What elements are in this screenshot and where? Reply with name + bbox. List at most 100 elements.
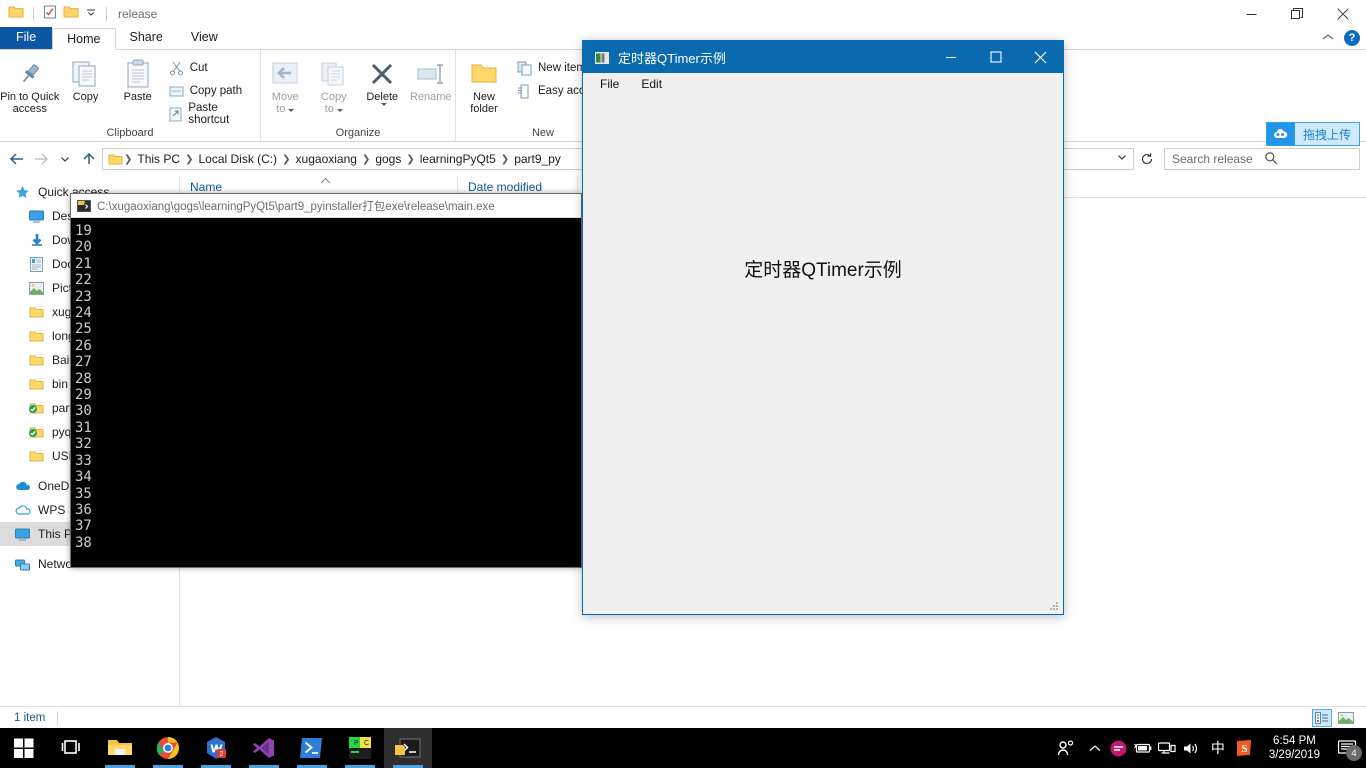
volume-icon[interactable] bbox=[1179, 728, 1203, 768]
qt-maximize-button[interactable] bbox=[973, 41, 1018, 73]
qt-title-bar[interactable]: 定时器QTimer示例 bbox=[583, 41, 1063, 73]
breadcrumb-item-local-disk[interactable]: Local Disk (C:) bbox=[194, 152, 281, 166]
copy-path-icon bbox=[168, 83, 185, 100]
taskbar-console[interactable] bbox=[384, 728, 432, 768]
desktop-icon bbox=[28, 208, 45, 225]
qt-menu-file[interactable]: File bbox=[591, 75, 628, 93]
properties-icon[interactable] bbox=[43, 5, 57, 24]
breadcrumb-separator[interactable]: ❯ bbox=[405, 154, 415, 165]
help-button[interactable]: ? bbox=[1344, 30, 1360, 46]
new-folder-label-2: folder bbox=[470, 103, 498, 115]
copy-path-button[interactable]: Copy path bbox=[164, 81, 260, 101]
taskbar-file-explorer[interactable] bbox=[96, 728, 144, 768]
breadcrumb-item-part9[interactable]: part9_py bbox=[510, 152, 565, 166]
up-button[interactable] bbox=[78, 148, 100, 170]
tab-view[interactable]: View bbox=[177, 27, 232, 49]
qt-menu-edit[interactable]: Edit bbox=[632, 75, 671, 93]
console-line: 23 bbox=[75, 289, 581, 305]
move-to-label-2: to bbox=[276, 103, 294, 115]
paste-shortcut-icon bbox=[168, 106, 184, 123]
folder-icon bbox=[28, 376, 45, 393]
paste-shortcut-label: Paste shortcut bbox=[188, 102, 256, 126]
search-icon[interactable] bbox=[1264, 151, 1356, 168]
restore-button[interactable] bbox=[1274, 0, 1320, 28]
copy-to-icon bbox=[319, 57, 349, 91]
breadcrumb-separator[interactable]: ❯ bbox=[361, 154, 371, 165]
console-line: 37 bbox=[75, 518, 581, 534]
drag-upload-widget[interactable]: 拖拽上传 bbox=[1266, 122, 1360, 146]
tab-home[interactable]: Home bbox=[52, 28, 115, 50]
qt-application-window[interactable]: 定时器QTimer示例 File Edit 定时器QTimer示例 bbox=[582, 40, 1064, 615]
ime-icon[interactable]: 中 bbox=[1203, 728, 1233, 768]
taskbar-vscode[interactable] bbox=[240, 728, 288, 768]
refresh-button[interactable] bbox=[1136, 148, 1158, 170]
close-button[interactable] bbox=[1320, 0, 1366, 28]
cut-button[interactable]: Cut bbox=[164, 58, 260, 78]
chevron-down-icon[interactable] bbox=[85, 5, 97, 23]
qt-minimize-button[interactable] bbox=[928, 41, 973, 73]
details-view-button[interactable] bbox=[1312, 709, 1332, 727]
start-button[interactable] bbox=[0, 728, 48, 768]
large-icons-view-button[interactable] bbox=[1336, 709, 1356, 727]
sort-ascending-icon bbox=[320, 176, 331, 186]
new-folder-label-1: New bbox=[473, 91, 495, 103]
ribbon-right-controls: ? bbox=[1322, 29, 1360, 47]
forward-button[interactable] bbox=[30, 148, 52, 170]
view-toggle-group bbox=[1312, 709, 1366, 727]
folder-icon[interactable] bbox=[8, 5, 24, 24]
qt-size-grip[interactable] bbox=[1048, 599, 1060, 611]
app-tray-icon[interactable] bbox=[1107, 728, 1131, 768]
taskbar-chrome[interactable] bbox=[144, 728, 192, 768]
search-input[interactable]: Search release bbox=[1164, 148, 1360, 170]
delete-caret-icon[interactable] bbox=[381, 103, 387, 106]
console-line: 27 bbox=[75, 354, 581, 370]
breadcrumb-item-this-pc[interactable]: This PC bbox=[133, 152, 184, 166]
breadcrumb-separator[interactable]: ❯ bbox=[500, 154, 510, 165]
svg-text:S: S bbox=[1241, 743, 1247, 755]
show-hidden-icons-icon[interactable] bbox=[1083, 728, 1107, 768]
new-folder-icon[interactable] bbox=[63, 5, 79, 24]
qt-center-label: 定时器QTimer示例 bbox=[744, 255, 902, 282]
snipaste-icon[interactable]: S bbox=[1233, 728, 1257, 768]
taskbar-powershell[interactable] bbox=[288, 728, 336, 768]
breadcrumb-item-xugaoxiang[interactable]: xugaoxiang bbox=[292, 152, 361, 166]
clock-time: 6:54 PM bbox=[1269, 734, 1320, 748]
collapse-ribbon-icon[interactable] bbox=[1322, 29, 1334, 47]
console-line: 32 bbox=[75, 436, 581, 452]
breadcrumb-separator[interactable]: ❯ bbox=[184, 154, 194, 165]
notification-count-badge: 4 bbox=[1346, 745, 1362, 761]
taskbar-pycharm[interactable]: PC bbox=[336, 728, 384, 768]
explorer-title-bar: release bbox=[0, 0, 1366, 28]
copy-to-label-1: Copy bbox=[321, 91, 347, 103]
minimize-button[interactable] bbox=[1228, 0, 1274, 28]
breadcrumb-separator[interactable]: ❯ bbox=[281, 154, 291, 165]
qt-close-button[interactable] bbox=[1018, 41, 1063, 73]
console-line: 26 bbox=[75, 338, 581, 354]
people-icon[interactable] bbox=[1049, 728, 1083, 768]
search-placeholder: Search release bbox=[1172, 152, 1264, 166]
copy-path-label: Copy path bbox=[190, 85, 242, 97]
previous-locations-icon[interactable] bbox=[1116, 150, 1128, 168]
tab-share[interactable]: Share bbox=[116, 27, 177, 49]
taskbar-wps[interactable]: 2 bbox=[192, 728, 240, 768]
console-line: 28 bbox=[75, 371, 581, 387]
task-view-button[interactable] bbox=[48, 728, 96, 768]
network-icon[interactable] bbox=[1155, 728, 1179, 768]
thispc-icon bbox=[14, 526, 31, 543]
delete-icon bbox=[369, 57, 395, 91]
tab-file[interactable]: File bbox=[0, 27, 52, 49]
wps-cloud-icon bbox=[14, 502, 31, 519]
console-window[interactable]: C:\xugaoxiang\gogs\learningPyQt5\part9_p… bbox=[70, 193, 582, 568]
breadcrumb-item-learningpyqt5[interactable]: learningPyQt5 bbox=[416, 152, 500, 166]
breadcrumb-separator[interactable]: ❯ bbox=[123, 154, 133, 165]
paste-shortcut-button[interactable]: Paste shortcut bbox=[164, 104, 260, 124]
back-button[interactable] bbox=[6, 148, 28, 170]
console-line: 29 bbox=[75, 387, 581, 403]
console-line: 30 bbox=[75, 403, 581, 419]
recent-locations-button[interactable] bbox=[54, 148, 76, 170]
breadcrumb-item-gogs[interactable]: gogs bbox=[371, 152, 405, 166]
clock[interactable]: 6:54 PM 3/29/2019 bbox=[1257, 734, 1330, 762]
action-center-button[interactable]: 4 bbox=[1330, 728, 1364, 768]
folder-icon bbox=[28, 328, 45, 345]
battery-icon[interactable] bbox=[1131, 728, 1155, 768]
